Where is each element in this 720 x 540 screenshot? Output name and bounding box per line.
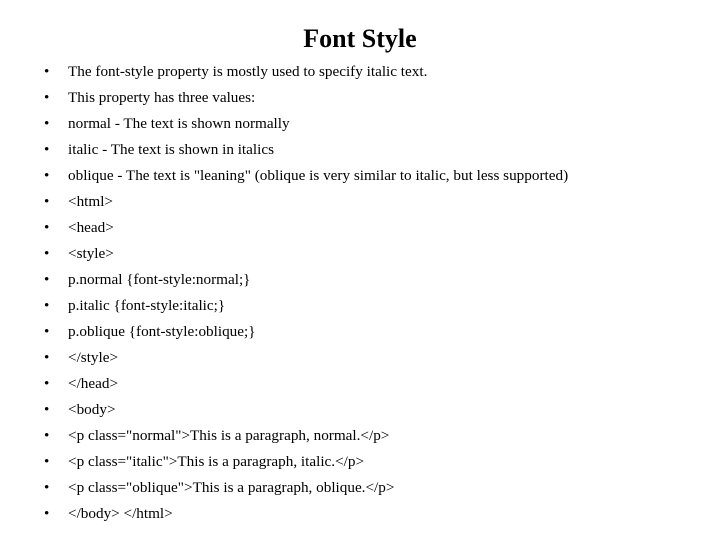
list-item-label: </body> </html> (68, 505, 173, 522)
list-item-label: This property has three values: (68, 89, 256, 106)
list-item-label: </head> (68, 375, 119, 392)
bullet-point-icon: • (44, 479, 50, 496)
list-item: • <head> (0, 215, 720, 241)
list-item-label: <p class="normal">This is a paragraph, n… (68, 427, 390, 444)
bullet-point-icon: • (44, 453, 50, 470)
list-item: • p.italic {font-style:italic;} (0, 293, 720, 319)
list-item-label: The font-style property is mostly used t… (68, 63, 428, 80)
bullet-point-icon: • (44, 427, 50, 444)
list-item-label: <p class="italic">This is a paragraph, i… (68, 453, 365, 470)
list-item-label: </style> (68, 349, 119, 366)
list-item: • This property has three values: (0, 85, 720, 111)
bullet-point-icon: • (44, 323, 50, 340)
list-item: • <p class="normal">This is a paragraph,… (0, 423, 720, 449)
bullet-point-icon: • (44, 271, 50, 288)
list-item-label: <body> (68, 401, 116, 418)
list-item-label: oblique - The text is "leaning" (oblique… (68, 167, 569, 184)
list-item-label: <html> (68, 193, 113, 210)
list-item-label: <head> (68, 219, 114, 236)
bullet-point-icon: • (44, 115, 50, 132)
list-item: • normal - The text is shown normally (0, 111, 720, 137)
bullet-point-icon: • (44, 349, 50, 366)
list-item: • <style> (0, 241, 720, 267)
bullet-point-icon: • (44, 141, 50, 158)
bullet-point-icon: • (44, 89, 50, 106)
list-item: • The font-style property is mostly used… (0, 59, 720, 85)
list-item-label: <style> (68, 245, 114, 262)
slide-canvas: Font Style • The font-style property is … (0, 0, 720, 540)
list-item-label: p.oblique {font-style:oblique;} (68, 323, 256, 340)
list-item: • p.normal {font-style:normal;} (0, 267, 720, 293)
bullet-point-icon: • (44, 193, 50, 210)
list-item: • italic - The text is shown in italics (0, 137, 720, 163)
bullet-point-icon: • (44, 245, 50, 262)
bullet-point-icon: • (44, 219, 50, 236)
list-item: • </style> (0, 345, 720, 371)
list-item: • </body> </html> (0, 501, 720, 527)
bullet-point-icon: • (44, 63, 50, 80)
bullet-point-icon: • (44, 167, 50, 184)
list-item: • p.oblique {font-style:oblique;} (0, 319, 720, 345)
list-item: • <html> (0, 189, 720, 215)
bullet-point-icon: • (44, 505, 50, 522)
list-item: • </head> (0, 371, 720, 397)
list-item-label: <p class="oblique">This is a paragraph, … (68, 479, 395, 496)
bullet-point-icon: • (44, 297, 50, 314)
bullet-list: • The font-style property is mostly used… (0, 59, 720, 527)
bullet-point-icon: • (44, 401, 50, 418)
list-item: • <p class="italic">This is a paragraph,… (0, 449, 720, 475)
bullet-point-icon: • (44, 375, 50, 392)
list-item: • oblique - The text is "leaning" (obliq… (0, 163, 720, 189)
list-item-label: italic - The text is shown in italics (68, 141, 274, 158)
list-item-label: p.italic {font-style:italic;} (68, 297, 226, 314)
list-item-label: p.normal {font-style:normal;} (68, 271, 251, 288)
list-item: • <body> (0, 397, 720, 423)
list-item-label: normal - The text is shown normally (68, 115, 290, 132)
page-title: Font Style (303, 24, 417, 53)
list-item: • <p class="oblique">This is a paragraph… (0, 475, 720, 501)
